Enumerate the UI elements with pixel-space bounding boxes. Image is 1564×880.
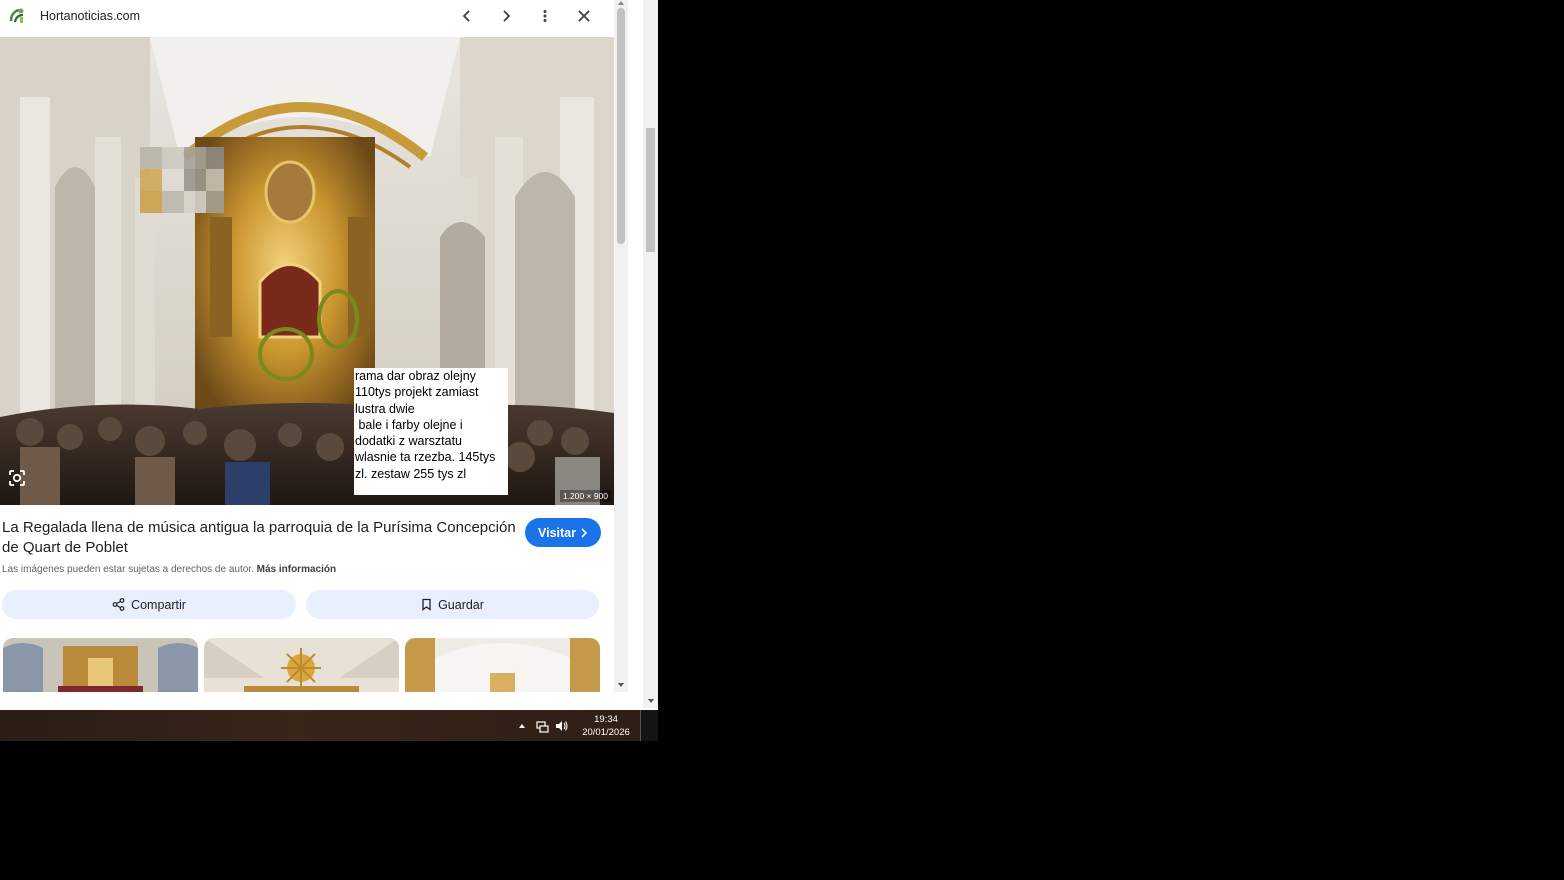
save-button[interactable]: Guardar xyxy=(306,590,599,619)
scroll-down-icon xyxy=(648,699,654,703)
browser-window: Hortanoticias.com rama dar obraz olejny … xyxy=(0,0,658,741)
note-line: lustra dwie xyxy=(355,401,415,416)
result-image[interactable]: rama dar obraz olejny 110tys projekt zam… xyxy=(0,37,614,505)
page-scrollbar-thumb[interactable] xyxy=(646,128,655,252)
image-dimensions: 1.200 × 900 xyxy=(559,490,611,502)
annotation-note: rama dar obraz olejny 110tys projekt zam… xyxy=(354,368,508,495)
close-icon xyxy=(578,10,590,22)
more-options-button[interactable] xyxy=(531,4,559,28)
more-vert-icon xyxy=(543,10,547,22)
note-line: wlasnie ta rzezba. 145tys xyxy=(355,450,496,465)
visit-label: Visitar xyxy=(538,525,576,540)
system-clock[interactable]: 19:34 20/01/2026 xyxy=(578,713,634,739)
network-icon[interactable] xyxy=(535,719,549,733)
related-image-thumb[interactable] xyxy=(3,638,198,692)
clock-date: 20/01/2026 xyxy=(582,727,630,738)
result-title[interactable]: La Regalada llena de música antigua la p… xyxy=(2,518,517,558)
related-image-thumb[interactable] xyxy=(204,638,399,692)
copyright-text: Las imágenes pueden estar sujetas a dere… xyxy=(2,564,254,575)
related-image xyxy=(3,638,198,692)
visit-button[interactable]: Visitar xyxy=(525,518,601,547)
related-image-thumb[interactable] xyxy=(405,638,600,692)
related-images xyxy=(0,638,614,692)
bookmark-icon xyxy=(422,598,431,611)
scroll-up-icon xyxy=(618,1,624,5)
volume-icon[interactable] xyxy=(554,719,568,733)
share-label: Compartir xyxy=(131,597,186,612)
related-image xyxy=(405,638,600,692)
related-image xyxy=(204,638,399,692)
back-button[interactable] xyxy=(453,4,481,28)
chevron-right-icon xyxy=(581,527,588,538)
note-line: dodatki z warsztatu xyxy=(355,434,462,449)
chevron-left-icon xyxy=(462,10,470,22)
lens-icon xyxy=(9,470,25,486)
chevron-right-icon xyxy=(503,10,511,22)
share-icon xyxy=(112,598,125,611)
site-name[interactable]: Hortanoticias.com xyxy=(40,9,140,23)
more-info-link[interactable]: Más información xyxy=(257,564,336,575)
note-line: zl. zestaw 255 tys zl xyxy=(355,466,467,481)
chevron-up-icon[interactable] xyxy=(515,719,529,733)
page-scrollbar[interactable] xyxy=(643,0,658,708)
show-desktop-button[interactable] xyxy=(640,710,658,741)
save-label: Guardar xyxy=(438,597,484,612)
note-line: 110tys projekt zamiast xyxy=(355,385,479,400)
panel-scrollbar-thumb[interactable] xyxy=(617,8,625,244)
panel-header: Hortanoticias.com xyxy=(0,0,614,37)
note-line: rama dar obraz olejny xyxy=(355,369,476,383)
panel-scrollbar[interactable] xyxy=(614,0,628,692)
scroll-down-icon xyxy=(618,683,624,687)
clock-time: 19:34 xyxy=(594,714,618,725)
church-interior-image xyxy=(0,37,614,505)
note-line: bale i farby olejne i xyxy=(355,417,463,432)
close-button[interactable] xyxy=(570,4,598,28)
lens-button[interactable] xyxy=(6,467,28,489)
panel-bottom-strip xyxy=(0,692,643,708)
share-button[interactable]: Compartir xyxy=(2,590,296,619)
forward-button[interactable] xyxy=(492,4,520,28)
copyright-notice: Las imágenes pueden estar sujetas a dere… xyxy=(2,564,336,575)
site-logo-icon xyxy=(7,6,27,26)
taskbar: 19:34 20/01/2026 xyxy=(0,710,658,741)
